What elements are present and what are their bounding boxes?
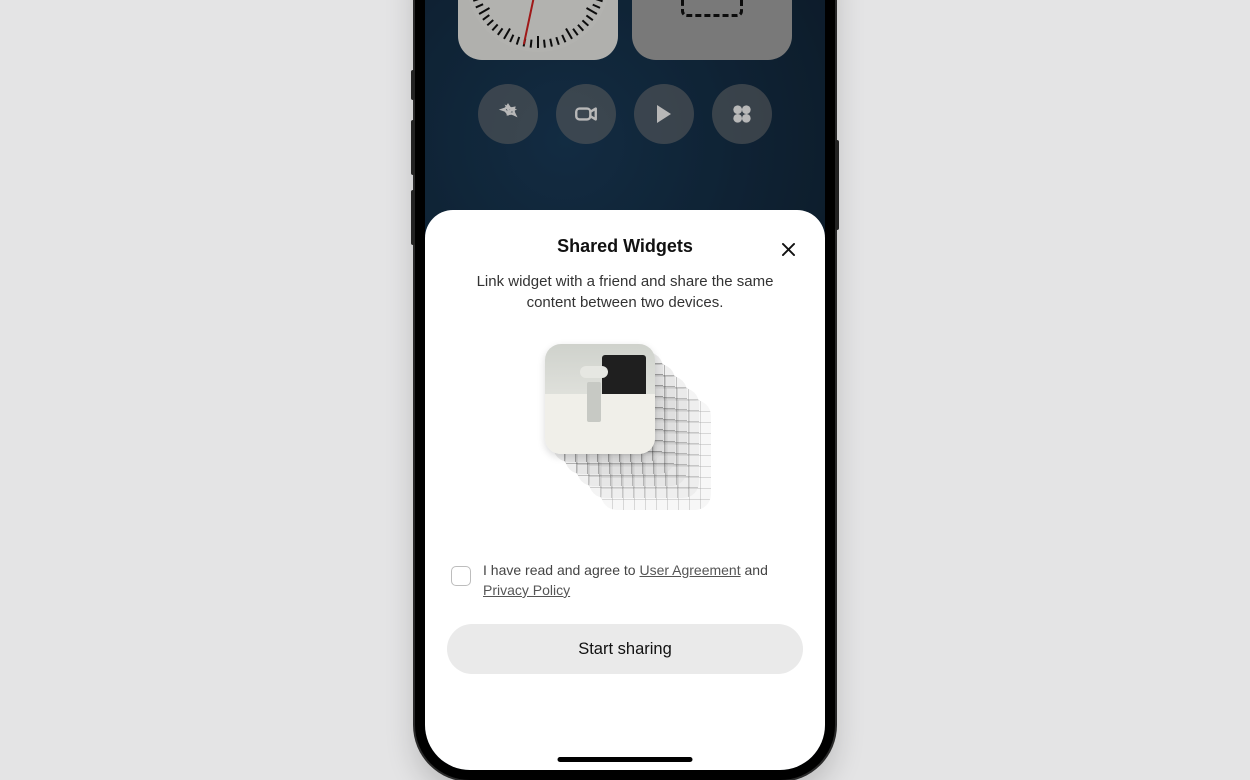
sheet-subtitle: Link widget with a friend and share the …	[447, 271, 803, 314]
volume-down-button	[411, 190, 415, 245]
photo-card	[545, 344, 655, 454]
close-icon	[779, 240, 798, 259]
start-sharing-button[interactable]: Start sharing	[447, 624, 803, 674]
consent-mid: and	[741, 562, 768, 578]
user-agreement-link[interactable]: User Agreement	[639, 562, 740, 578]
consent-prefix: I have read and agree to	[483, 562, 639, 578]
consent-text: I have read and agree to User Agreement …	[483, 560, 799, 601]
home-indicator[interactable]	[558, 757, 693, 762]
volume-up-button	[411, 120, 415, 175]
phone-screen: // ticks drawn below after DOM via scrip…	[425, 0, 825, 770]
consent-checkbox[interactable]	[451, 566, 471, 586]
illustration	[447, 344, 803, 514]
side-button	[411, 70, 415, 100]
consent-row: I have read and agree to User Agreement …	[447, 560, 803, 601]
privacy-policy-link[interactable]: Privacy Policy	[483, 582, 570, 598]
close-button[interactable]	[771, 232, 805, 266]
shared-widgets-sheet: Shared Widgets Link widget with a friend…	[425, 210, 825, 770]
power-button	[835, 140, 839, 230]
sheet-title: Shared Widgets	[447, 236, 803, 257]
phone-frame: // ticks drawn below after DOM via scrip…	[415, 0, 835, 780]
